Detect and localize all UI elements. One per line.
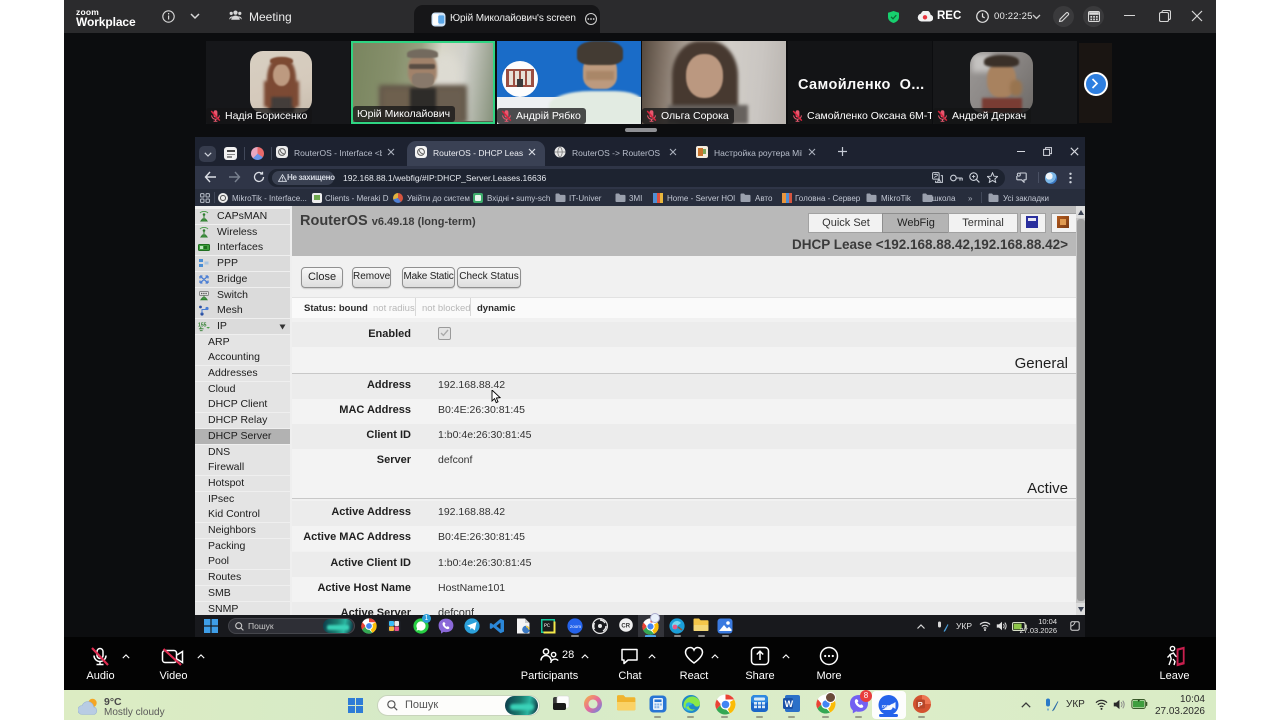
svg-text:PC: PC <box>544 623 550 629</box>
svg-text:155: 155 <box>198 322 207 328</box>
svg-text:CR: CR <box>621 623 630 629</box>
svg-text:P: P <box>918 700 923 709</box>
svg-text:zoom: zoom <box>882 703 894 708</box>
svg-text:W: W <box>785 699 794 709</box>
svg-text:zoom: zoom <box>570 624 581 629</box>
